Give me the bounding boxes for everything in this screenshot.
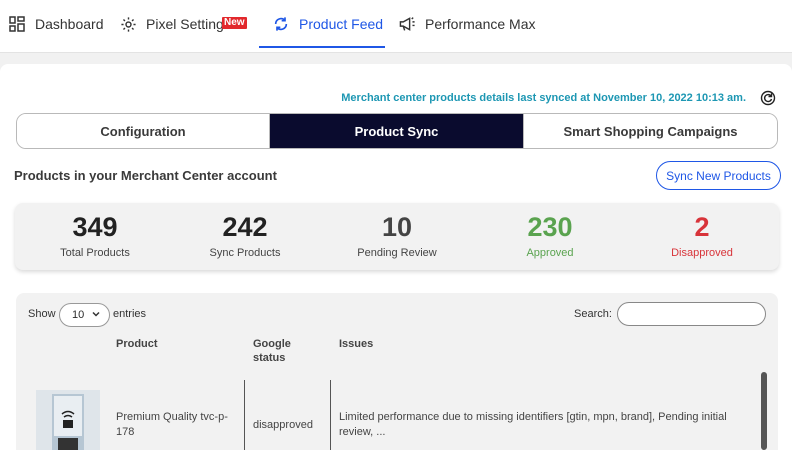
nav-pixel-settings-label: Pixel Settings: [146, 16, 231, 32]
megaphone-icon: [398, 15, 416, 33]
stat-label: Pending Review: [357, 247, 437, 259]
stat-label: Disapproved: [671, 247, 733, 259]
sync-icon: [272, 15, 290, 33]
active-tab-underline: [259, 46, 385, 48]
stat-label: Total Products: [60, 247, 130, 259]
stat-value: 230: [527, 212, 573, 242]
refresh-icon[interactable]: [760, 90, 776, 106]
entries-select-value: 10: [72, 309, 85, 321]
stat-total-products: 349 Total Products: [15, 203, 175, 259]
sub-tabs: Configuration Product Sync Smart Shoppin…: [16, 113, 778, 149]
tab-smart-shopping-campaigns[interactable]: Smart Shopping Campaigns: [523, 114, 777, 148]
sync-new-products-button[interactable]: Sync New Products: [656, 161, 781, 190]
nav-product-feed-label: Product Feed: [299, 16, 384, 32]
stat-pending-review: 10 Pending Review: [317, 203, 477, 259]
nav-pixel-settings[interactable]: Pixel Settings: [119, 0, 231, 48]
stat-label: Approved: [526, 247, 574, 259]
stat-sync-products: 242 Sync Products: [165, 203, 325, 259]
stat-value: 242: [222, 212, 268, 242]
new-badge: New: [222, 17, 247, 29]
search-label: Search:: [574, 308, 612, 320]
column-header-google-status[interactable]: Google status: [253, 337, 313, 365]
top-nav: Dashboard Pixel Settings New Product Fee…: [0, 0, 792, 53]
stat-value: 349: [72, 212, 118, 242]
google-status: disapproved: [253, 419, 313, 431]
column-divider: [330, 380, 331, 450]
nav-performance-max-label: Performance Max: [425, 16, 536, 32]
nav-dashboard[interactable]: Dashboard: [8, 0, 104, 48]
last-synced-text: Merchant center products details last sy…: [341, 92, 746, 104]
tab-configuration[interactable]: Configuration: [17, 114, 270, 148]
section-title: Products in your Merchant Center account: [14, 168, 277, 183]
product-thumbnail: [36, 390, 100, 450]
entries-label: entries: [113, 308, 147, 320]
column-divider: [244, 380, 245, 450]
nav-product-feed[interactable]: Product Feed: [272, 0, 383, 48]
chevron-down-icon: [91, 309, 101, 322]
table-scrollbar[interactable]: [761, 372, 767, 450]
search-input[interactable]: [617, 302, 766, 326]
tab-product-sync[interactable]: Product Sync: [270, 114, 523, 148]
column-header-product[interactable]: Product: [116, 337, 158, 351]
stat-approved: 230 Approved: [470, 203, 630, 259]
entries-select[interactable]: 10: [59, 303, 110, 327]
product-name[interactable]: Premium Quality tvc-p-178: [116, 410, 236, 440]
stat-value: 10: [381, 212, 413, 242]
stat-disapproved: 2 Disapproved: [622, 203, 782, 259]
stat-label: Sync Products: [209, 247, 281, 259]
nav-performance-max[interactable]: Performance Max: [398, 0, 535, 48]
stats-card: 349 Total Products 242 Sync Products 10 …: [15, 203, 779, 270]
gear-icon: [119, 15, 137, 33]
product-issues: Limited performance due to missing ident…: [339, 411, 727, 438]
dashboard-grid-icon: [8, 15, 26, 33]
nav-dashboard-label: Dashboard: [35, 16, 104, 32]
show-label: Show: [28, 308, 56, 320]
stat-value: 2: [694, 212, 710, 242]
column-header-issues[interactable]: Issues: [339, 337, 373, 351]
